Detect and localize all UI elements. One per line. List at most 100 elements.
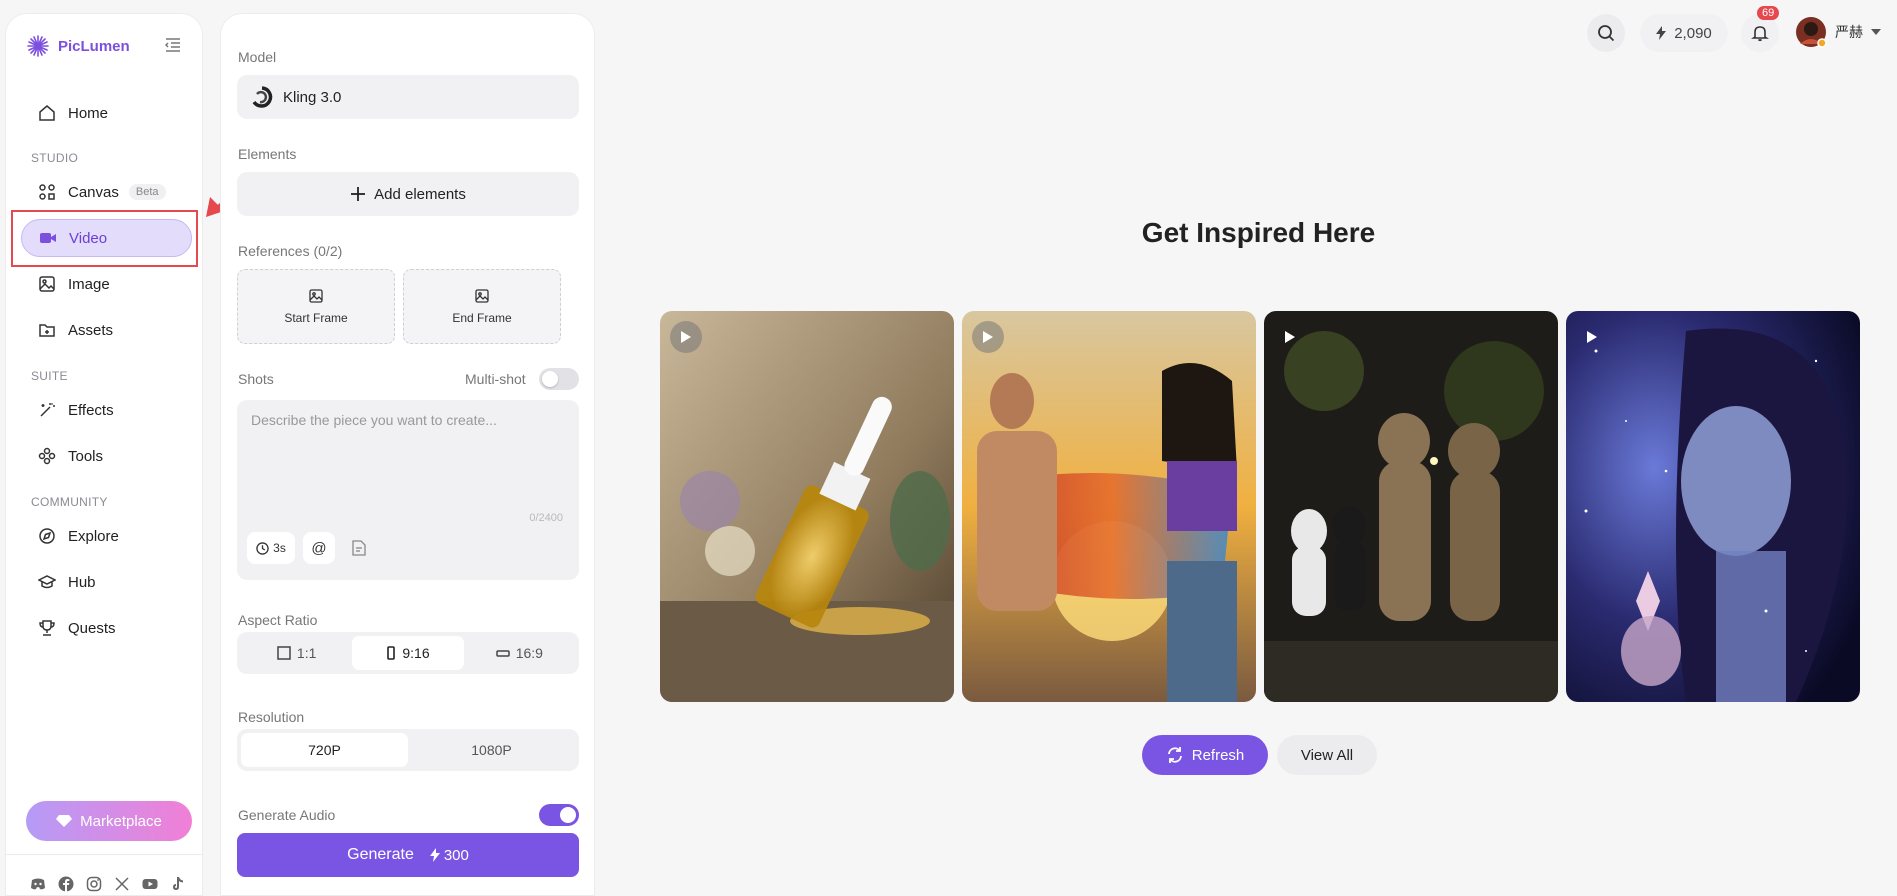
galaxy-woman-thumbnail xyxy=(1566,311,1860,702)
section-studio: STUDIO xyxy=(31,151,79,165)
refresh-button[interactable]: Refresh xyxy=(1142,735,1268,775)
dancing-cats-thumbnail xyxy=(1264,311,1558,702)
notification-count-badge: 69 xyxy=(1757,6,1780,20)
sidebar-item-label: Canvas xyxy=(68,183,119,201)
instagram-icon[interactable] xyxy=(86,876,102,892)
end-frame-label: End Frame xyxy=(452,310,512,325)
page-title: Get Inspired Here xyxy=(1141,217,1376,248)
inspiration-card-galaxy[interactable] xyxy=(1566,311,1860,702)
collapse-sidebar-icon[interactable] xyxy=(164,36,182,54)
inspiration-card-cats[interactable] xyxy=(1264,311,1558,702)
facebook-icon[interactable] xyxy=(58,876,74,892)
play-button[interactable] xyxy=(1576,321,1608,353)
diamond-icon xyxy=(56,815,73,827)
marketplace-button[interactable]: Marketplace xyxy=(26,801,192,841)
avatar xyxy=(1796,17,1827,48)
sidebar-item-canvas[interactable]: Canvas Beta xyxy=(21,173,192,211)
generate-label: Generate xyxy=(347,846,414,863)
video-highlight-box xyxy=(11,210,198,267)
credits-value: 2,090 xyxy=(1674,24,1712,42)
start-frame-upload[interactable]: Start Frame xyxy=(237,269,395,344)
x-icon[interactable] xyxy=(114,876,130,892)
sidebar-item-effects[interactable]: Effects xyxy=(21,391,192,429)
model-value: Kling 3.0 xyxy=(283,88,342,106)
sidebar-item-image[interactable]: Image xyxy=(21,265,192,303)
play-button[interactable] xyxy=(670,321,702,353)
lightning-icon xyxy=(429,848,440,862)
play-button[interactable] xyxy=(1274,321,1306,353)
sidebar-item-label: Home xyxy=(68,104,109,122)
trophy-icon xyxy=(39,620,55,636)
view-all-button[interactable]: View All xyxy=(1277,735,1377,775)
serum-bottle-thumbnail xyxy=(660,311,954,702)
sidebar-item-home[interactable]: Home xyxy=(21,94,192,132)
play-icon xyxy=(1587,331,1597,343)
duration-value: 3s xyxy=(273,541,286,555)
sidebar-item-assets[interactable]: Assets xyxy=(21,311,192,349)
aspect-option-1-1[interactable]: 1:1 xyxy=(241,636,352,670)
aspect-option-label: 9:16 xyxy=(402,645,430,661)
marketplace-label: Marketplace xyxy=(80,812,162,830)
home-icon xyxy=(39,105,55,121)
lightning-icon xyxy=(1656,26,1667,40)
username: 严赫 xyxy=(1835,24,1863,40)
references-label: References (0/2) xyxy=(238,243,343,259)
tiktok-icon[interactable] xyxy=(170,876,186,892)
sidebar-item-quests[interactable]: Quests xyxy=(21,609,192,647)
image-icon xyxy=(475,288,489,303)
couple-sunset-thumbnail xyxy=(962,311,1256,702)
social-links xyxy=(30,876,186,892)
discord-icon[interactable] xyxy=(30,876,46,892)
generate-audio-toggle[interactable] xyxy=(539,804,579,826)
sidebar-item-tools[interactable]: Tools xyxy=(21,437,192,475)
add-elements-label: Add elements xyxy=(374,185,466,203)
logo[interactable]: PicLumen xyxy=(26,34,130,58)
clock-icon xyxy=(256,541,269,555)
portrait-icon xyxy=(387,646,396,660)
user-menu[interactable]: 严赫 xyxy=(1795,16,1881,48)
resolution-selector: 720P 1080P xyxy=(237,729,579,771)
prompt-char-count: 0/2400 xyxy=(529,512,563,524)
section-suite: SUITE xyxy=(31,369,68,383)
aspect-option-label: 1:1 xyxy=(296,645,317,661)
aspect-ratio-selector: 1:1 9:16 16:9 xyxy=(237,632,579,674)
refresh-label: Refresh xyxy=(1191,746,1245,764)
duration-chip[interactable]: 3s xyxy=(247,532,295,564)
aspect-option-label: 16:9 xyxy=(515,645,543,661)
credits-display[interactable]: 2,090 xyxy=(1640,14,1728,52)
magic-wand-icon xyxy=(40,402,55,417)
play-icon xyxy=(983,331,993,343)
mention-button[interactable]: @ xyxy=(303,532,335,564)
sidebar-item-explore[interactable]: Explore xyxy=(21,517,192,555)
aspect-option-9-16[interactable]: 9:16 xyxy=(352,636,464,670)
inspiration-card-couple[interactable] xyxy=(962,311,1256,702)
youtube-icon[interactable] xyxy=(142,876,158,892)
model-label: Model xyxy=(238,49,277,65)
resolution-option-1080p[interactable]: 1080P xyxy=(408,733,575,767)
play-icon xyxy=(681,331,691,343)
prompt-library-button[interactable] xyxy=(343,532,375,564)
assets-icon xyxy=(39,324,55,337)
sidebar: PicLumen Home STUDIO Canvas Beta Video I… xyxy=(5,13,203,896)
sidebar-item-hub[interactable]: Hub xyxy=(21,563,192,601)
start-frame-label: Start Frame xyxy=(284,310,348,325)
image-icon xyxy=(39,276,55,292)
aspect-option-16-9[interactable]: 16:9 xyxy=(464,636,575,670)
chevron-down-icon xyxy=(1871,29,1881,35)
generate-button[interactable]: Generate 300 xyxy=(237,833,579,877)
square-icon xyxy=(277,646,291,660)
multishot-toggle[interactable] xyxy=(539,368,579,390)
video-settings-panel: Model Kling 3.0 Elements Add elements Re… xyxy=(220,13,595,896)
search-button[interactable] xyxy=(1587,14,1625,52)
divider xyxy=(6,854,202,855)
sidebar-item-label: Image xyxy=(68,275,110,293)
add-elements-button[interactable]: Add elements xyxy=(237,172,579,216)
end-frame-upload[interactable]: End Frame xyxy=(403,269,561,344)
model-selector[interactable]: Kling 3.0 xyxy=(237,75,579,119)
play-button[interactable] xyxy=(972,321,1004,353)
bell-icon xyxy=(1751,26,1769,42)
resolution-label: Resolution xyxy=(238,709,305,725)
inspiration-card-serum[interactable] xyxy=(660,311,954,702)
resolution-option-720p[interactable]: 720P xyxy=(241,733,408,767)
graduation-cap-icon xyxy=(38,575,56,589)
